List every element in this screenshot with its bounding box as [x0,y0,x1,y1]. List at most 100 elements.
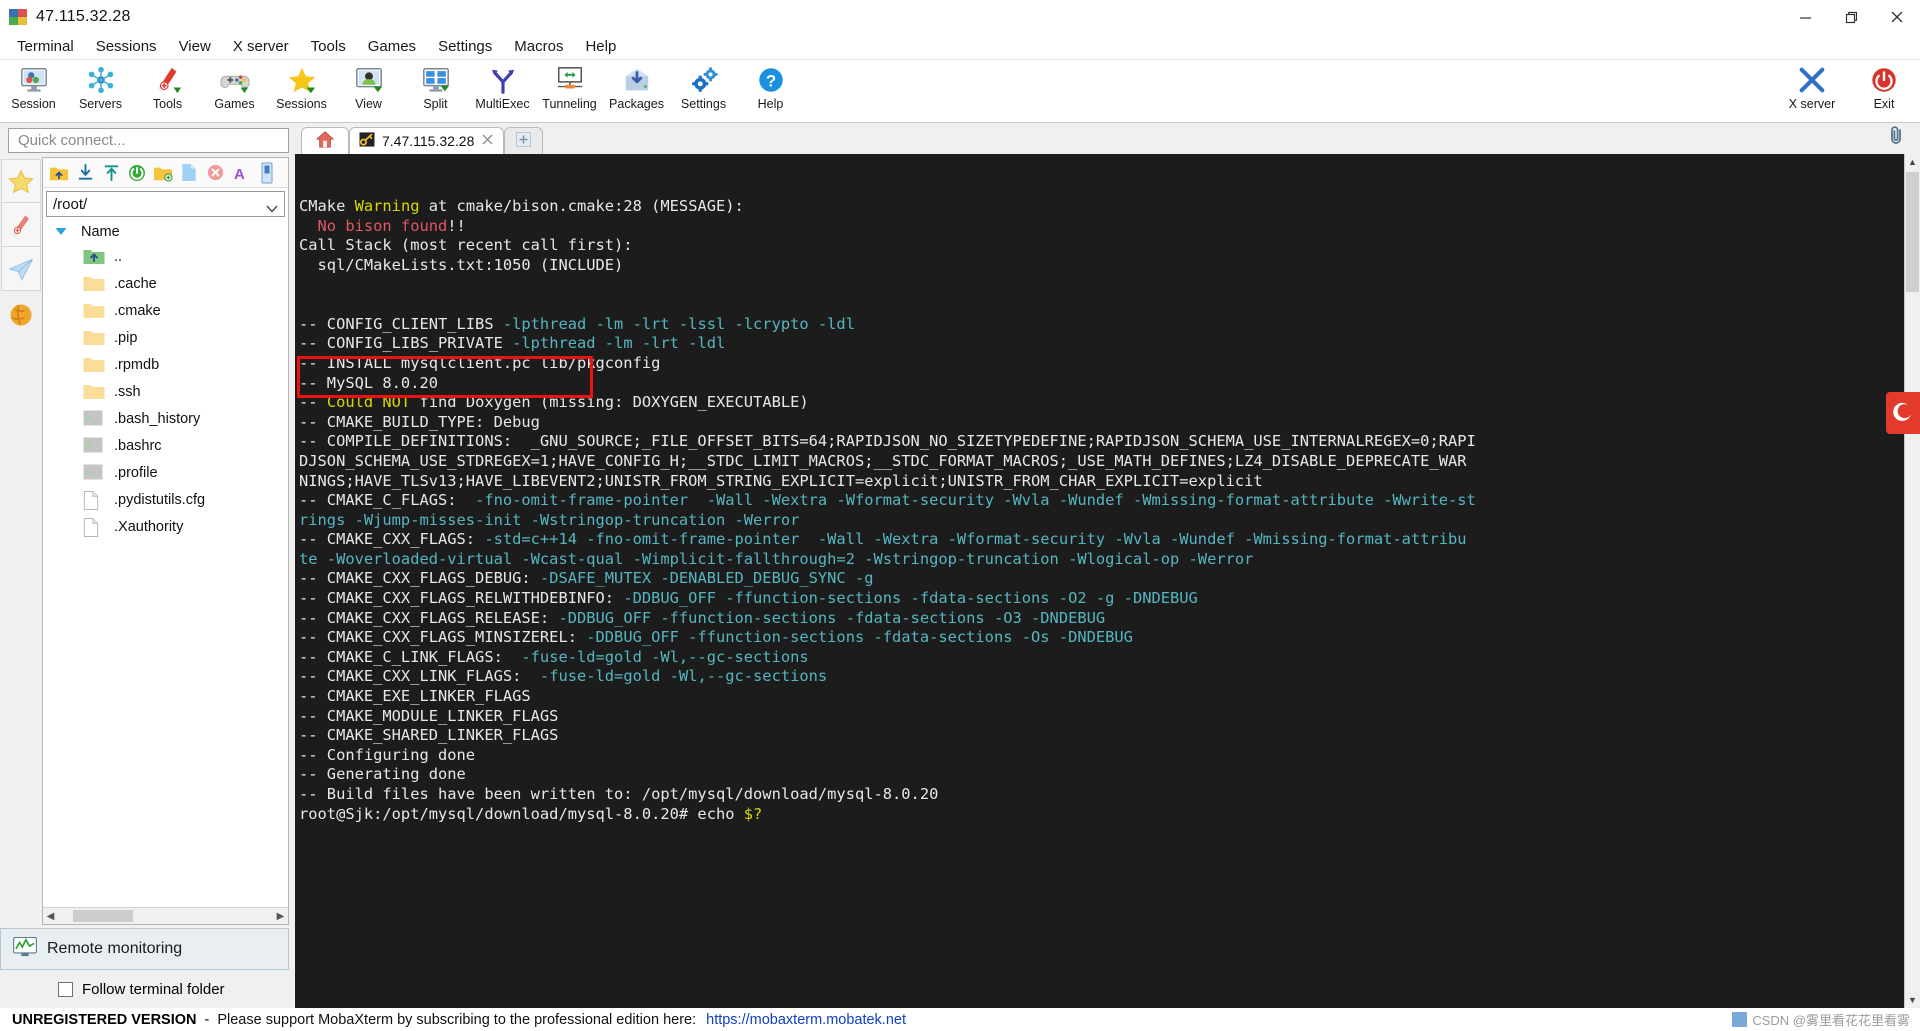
list-item[interactable]: .rpmdb [43,351,288,378]
delete-icon[interactable] [203,161,227,185]
menu-tools[interactable]: Tools [300,36,357,57]
terminal-span: -fuse-ld=gold -Wl,--gc-sections [521,647,809,666]
terminal-span: -std=c++14 -fno-omit-frame-pointer -Wall… [484,530,1467,549]
list-item-label: .Xauthority [114,518,184,535]
terminal-span: -- CONFIG_LIBS_PRIVATE [299,334,513,353]
toolbar-help[interactable]: ? Help [737,62,804,111]
path-bar[interactable]: /root/ [46,191,285,217]
list-item[interactable]: .ssh [43,378,288,405]
sogou-ime-badge[interactable] [1886,392,1920,434]
folder-icon [83,383,105,400]
scroll-right-arrow-icon[interactable]: ▶ [273,911,288,922]
parent-folder-icon [83,248,105,265]
toolbar-session[interactable]: Session [0,62,67,111]
scroll-up-arrow-icon[interactable]: ▲ [1908,154,1917,170]
rail-tools[interactable] [1,203,41,247]
download-icon[interactable] [73,161,97,185]
file-list-hscrollbar[interactable]: ◀ ▶ [43,907,288,924]
toolbar-tools-label: Tools [152,97,183,111]
paper-plane-icon [8,257,34,281]
avatar [1732,1012,1748,1027]
terminal-span: -- CMAKE_SHARED_LINKER_FLAGS [299,726,559,745]
list-item[interactable]: >_ .profile [43,459,288,486]
column-header-label: Name [81,224,120,240]
scroll-left-arrow-icon[interactable]: ◀ [43,911,58,922]
toolbar-exit[interactable]: Exit [1848,62,1920,111]
file-list[interactable]: Name .. .cache .cmake .pip .rpmdb .ssh >… [43,219,288,907]
toolbar-settings[interactable]: Settings [670,62,737,111]
terminal-output[interactable]: CMake Warning at cmake/bison.cmake:28 (M… [295,154,1904,1008]
minimize-button[interactable] [1782,0,1828,34]
font-a-icon[interactable]: A [229,161,253,185]
toolbar-split[interactable]: Split [402,62,469,111]
follow-terminal-folder-checkbox[interactable] [58,981,73,997]
list-item[interactable]: .. [43,243,288,270]
rail-macros[interactable] [1,247,41,291]
script-file-icon: >_ [83,464,105,481]
list-item[interactable]: .cache [43,270,288,297]
chevron-down-icon[interactable] [266,200,278,217]
scroll-down-arrow-icon[interactable]: ▼ [1908,992,1917,1008]
toolbar-packages[interactable]: Packages [603,62,670,111]
new-file-icon[interactable] [177,161,201,185]
toolbar-games-label: Games [214,97,255,111]
terminal-span: root@Sjk:/opt/mysql/download/mysql-8.0.2… [299,804,744,823]
paperclip-icon[interactable] [1888,125,1920,154]
list-item[interactable]: .pip [43,324,288,351]
toolbar-view-label: View [355,97,382,111]
mobaxterm-purchase-link[interactable]: https://mobaxterm.mobatek.net [706,1012,906,1028]
toolbar-multiexec[interactable]: MultiExec [469,62,536,111]
toolbar-xserver[interactable]: X server [1776,62,1848,111]
tab-session[interactable]: 7.47.115.32.28 [349,127,505,154]
remote-monitoring-button[interactable]: Remote monitoring [0,928,289,970]
left-body: A /root/ Name .. .cache .cmake .pip .rpm… [0,157,295,925]
menu-macros[interactable]: Macros [503,36,574,57]
csdn-watermark: CSDN @雾里看花花里看雾 [1732,1010,1910,1029]
tab-new[interactable] [504,127,544,154]
quick-connect-input[interactable]: Quick connect... [8,128,289,153]
list-item[interactable]: .cmake [43,297,288,324]
list-item[interactable]: >_ .bashrc [43,432,288,459]
rail-sftp[interactable] [1,291,41,339]
list-item-label: .cmake [114,302,161,319]
menu-terminal[interactable]: Terminal [6,36,85,57]
terminal-scrollbar[interactable]: ▲ ▼ [1904,154,1920,1008]
rail-sessions[interactable] [1,159,41,203]
unregistered-message: Please support MobaXterm by subscribing … [217,1011,697,1028]
toolbar-sessions[interactable]: Sessions [268,62,335,111]
menu-xserver[interactable]: X server [222,36,300,57]
menu-sessions[interactable]: Sessions [85,36,168,57]
follow-terminal-folder-row[interactable]: Follow terminal folder [0,970,295,1008]
list-item[interactable]: .pydistutils.cfg [43,486,288,513]
menu-help[interactable]: Help [574,36,627,57]
new-folder-icon[interactable] [151,161,175,185]
toolbar-servers[interactable]: Servers [67,62,134,111]
unregistered-badge: UNREGISTERED VERSION [12,1011,197,1028]
column-header-name[interactable]: Name [43,221,288,243]
toolbar-view[interactable]: View [335,62,402,111]
refresh-icon[interactable] [125,161,149,185]
list-item[interactable]: .Xauthority [43,513,288,540]
menu-games[interactable]: Games [357,36,427,57]
list-item[interactable]: >_ .bash_history [43,405,288,432]
hscroll-track[interactable] [58,910,273,922]
close-button[interactable] [1874,0,1920,34]
tab-strip: 7.47.115.32.28 [295,123,1920,154]
usb-icon[interactable] [255,161,279,185]
toolbar-tunneling[interactable]: Tunneling [536,62,603,111]
toolbar-games[interactable]: Games [201,62,268,111]
menu-view[interactable]: View [168,36,222,57]
menu-settings[interactable]: Settings [427,36,503,57]
restore-button[interactable] [1828,0,1874,34]
toolbar-tools[interactable]: Tools [134,62,201,111]
hscroll-thumb[interactable] [73,910,133,922]
close-tab-icon[interactable] [481,133,494,149]
terminal-span: -fuse-ld=gold -Wl,--gc-sections [539,667,828,686]
terminal-line: -- CMAKE_CXX_FLAGS_RELEASE: -DDBUG_OFF -… [299,609,1904,629]
tab-home[interactable] [301,127,349,154]
terminal-line: -- CONFIG_LIBS_PRIVATE -lpthread -lm -lr… [299,334,1904,354]
folder-up-icon[interactable] [47,161,71,185]
upload-icon[interactable] [99,161,123,185]
swiss-knife-icon [12,214,29,236]
terminal-scroll-thumb[interactable] [1906,172,1919,292]
